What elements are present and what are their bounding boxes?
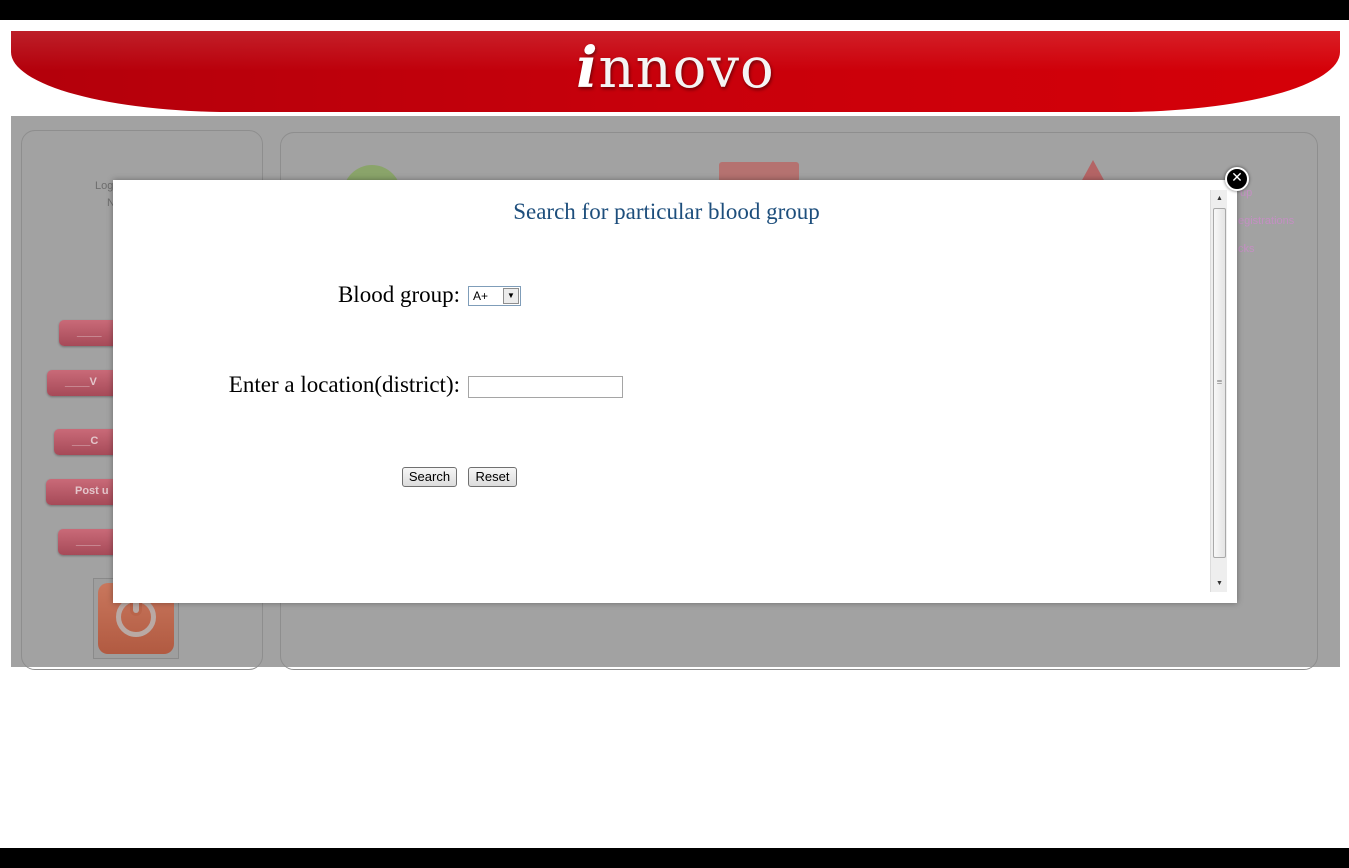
logo-mark: i [576,35,599,101]
top-bar [0,0,1349,20]
scroll-thumb[interactable]: ≡ [1213,208,1226,558]
blood-group-value: A+ [473,289,489,303]
search-modal: Search for particular blood group Blood … [113,180,1237,603]
logo-text: nnovo [598,36,775,101]
modal-scrollbar[interactable]: ▲ ≡ ▼ [1210,190,1227,592]
background-blood-drop-icon [1081,160,1105,182]
blood-group-select[interactable]: A+ ▼ [468,286,521,306]
scroll-down-icon[interactable]: ▼ [1211,575,1228,592]
scroll-up-icon[interactable]: ▲ [1211,190,1228,207]
close-icon[interactable]: ✕ [1225,167,1249,191]
background-book-icon [719,162,799,182]
modal-title: Search for particular blood group [513,199,820,224]
search-button[interactable]: Search [402,467,457,487]
chevron-down-icon[interactable]: ▼ [503,288,519,304]
bottom-bar [0,848,1349,868]
reset-button[interactable]: Reset [468,467,517,487]
location-input[interactable] [468,376,623,398]
location-label: Enter a location(district): [228,372,460,397]
grip-icon: ≡ [1216,377,1223,388]
link-blood-banks[interactable]: cks [1238,243,1255,255]
logo[interactable]: innovo [11,35,1340,101]
header-banner: innovo [11,31,1340,112]
login-label: Log [95,180,114,192]
link-registrations[interactable]: egistrations [1238,215,1294,227]
blood-group-label: Blood group: [337,282,460,307]
